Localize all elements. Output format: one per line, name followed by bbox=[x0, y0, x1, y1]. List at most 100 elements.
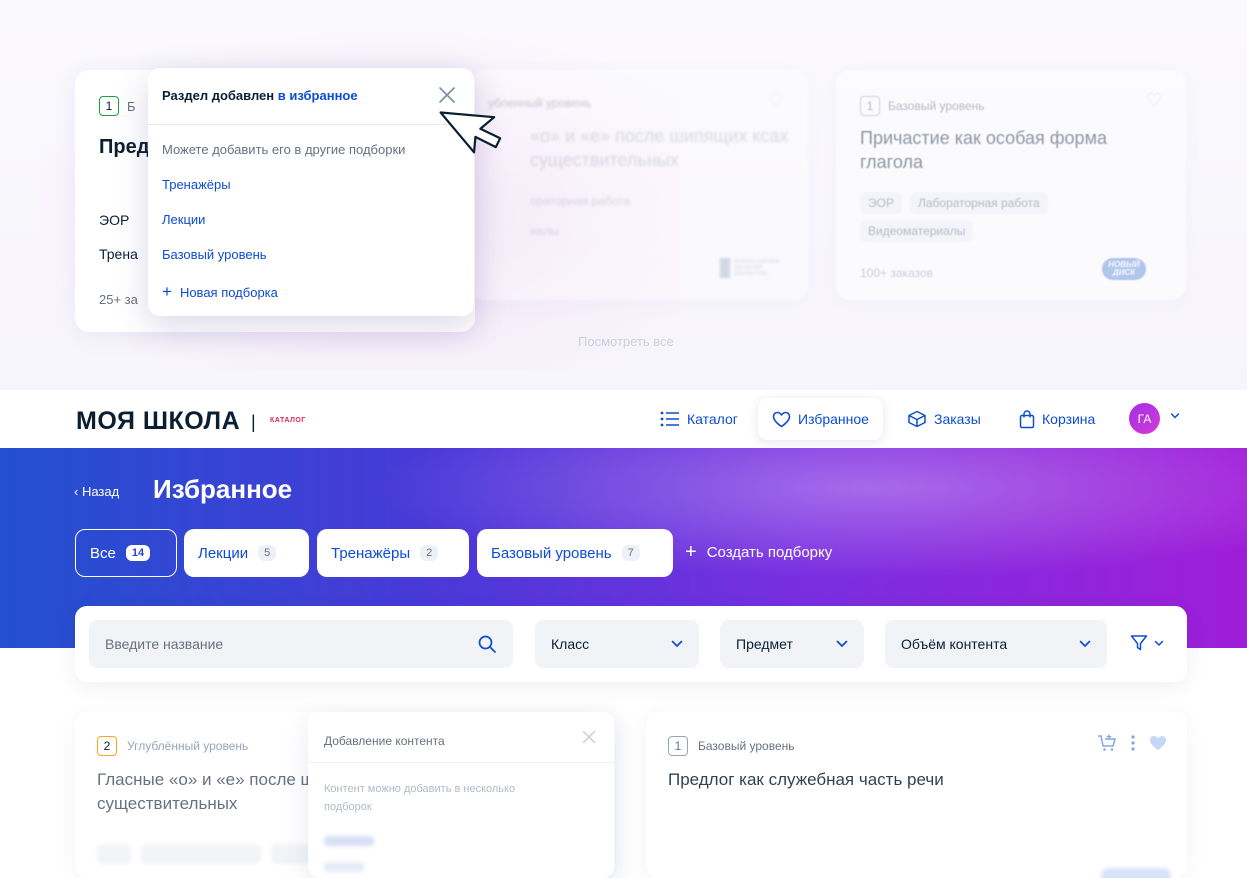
new-collection-button[interactable]: + Новая подборка bbox=[162, 282, 278, 302]
tab-label: Тренажёры bbox=[331, 544, 411, 562]
create-collection-label: Создать подборку bbox=[706, 544, 833, 561]
search-icon[interactable] bbox=[477, 634, 497, 654]
card-tag: Видеоматериалы bbox=[860, 220, 974, 242]
card-title: Пред bbox=[99, 136, 150, 158]
nav-cart[interactable]: Корзина bbox=[1019, 398, 1095, 440]
collection-option-trainers[interactable]: Тренажёры bbox=[162, 177, 231, 192]
card-tags: ЭОР Лабораторная работа bbox=[860, 192, 1048, 214]
chevron-down-icon bbox=[671, 640, 683, 648]
collection-option[interactable] bbox=[324, 836, 374, 846]
count-badge: 2 bbox=[420, 545, 439, 561]
count-badge: 5 bbox=[258, 545, 277, 561]
card-title: Гласные «о» и «е» после ш существительны… bbox=[97, 770, 315, 813]
level-label: Базовый уровень bbox=[698, 739, 795, 753]
nav-cart-label: Корзина bbox=[1042, 411, 1096, 427]
more-options-icon[interactable] bbox=[1131, 735, 1135, 751]
card-tags bbox=[97, 844, 331, 864]
class-select[interactable]: Класс bbox=[535, 620, 699, 668]
plus-icon: + bbox=[162, 282, 172, 301]
card-tag bbox=[97, 844, 131, 864]
content-volume-label: Объём контента bbox=[901, 636, 1008, 652]
level-indicator: 2 Углублённый уровень bbox=[97, 736, 248, 756]
plus-icon: + bbox=[685, 541, 697, 563]
popup-title: Раздел добавлен в избранное bbox=[162, 88, 358, 103]
pointer-cursor-icon bbox=[439, 111, 502, 154]
tab-all[interactable]: Все 14 bbox=[75, 529, 177, 577]
chevron-down-icon bbox=[1079, 640, 1091, 648]
search-input[interactable] bbox=[89, 620, 513, 668]
level-number: 1 bbox=[99, 96, 119, 116]
logo-separator: | bbox=[251, 412, 256, 432]
level-label: Углублённый уровень bbox=[127, 739, 249, 753]
logo-subtitle: КАТАЛОГ bbox=[270, 417, 306, 424]
orders-count: 100+ заказов bbox=[860, 266, 934, 280]
nav-favorites[interactable]: Избранное bbox=[758, 398, 883, 440]
chevron-down-icon bbox=[836, 640, 848, 648]
count-badge: 7 bbox=[621, 545, 640, 561]
publisher-logo-text: ВСЕРОССИЙСКАЯ ШКОЛЬНАЯ БИБЛИОТЕКА bbox=[734, 259, 780, 277]
popup-title: Добавление контента bbox=[324, 734, 445, 748]
nav-orders[interactable]: Заказы bbox=[907, 398, 981, 440]
popup-subtitle: Можете добавить его в другие подборки bbox=[162, 142, 406, 157]
filter-icon bbox=[1130, 635, 1148, 651]
new-collection-label: Новая подборка bbox=[179, 284, 278, 300]
nav-catalog-label: Каталог bbox=[687, 411, 738, 427]
add-content-popup: Добавление контента Контент можно добави… bbox=[308, 712, 614, 878]
avatar[interactable]: ГА bbox=[1129, 403, 1160, 434]
collection-option[interactable] bbox=[324, 862, 364, 872]
card-tag: иалы bbox=[530, 224, 560, 238]
add-to-cart-icon[interactable] bbox=[1097, 734, 1117, 752]
level-number: 1 bbox=[668, 736, 688, 756]
nav-favorites-label: Избранное bbox=[798, 411, 869, 427]
advanced-filter-button[interactable] bbox=[1130, 634, 1164, 652]
card-title: «о» и «е» после шипящих ксах существител… bbox=[530, 126, 789, 170]
heart-icon[interactable]: ♡ bbox=[1146, 91, 1164, 109]
card-tag: ЭОР bbox=[99, 212, 130, 228]
popup-description: Контент можно добавить в несколько подбо… bbox=[324, 783, 516, 813]
level-label: Базовый уровень bbox=[888, 99, 985, 113]
add-button[interactable] bbox=[1101, 868, 1171, 878]
content-card[interactable]: 1 Базовый уровень ♡ Причастие как особая… bbox=[836, 70, 1186, 300]
back-link[interactable]: ‹ Назад bbox=[74, 484, 119, 499]
tab-label: Базовый уровень bbox=[491, 544, 612, 562]
tab-basic-level[interactable]: Базовый уровень 7 bbox=[477, 529, 673, 577]
content-card[interactable]: 1 Базовый уровень Предлог как служебная … bbox=[646, 712, 1187, 878]
view-all-link[interactable]: Посмотреть все bbox=[578, 334, 674, 349]
orders-count: 25+ за bbox=[99, 292, 138, 307]
create-collection-button[interactable]: + Создать подборку bbox=[685, 541, 833, 563]
subject-select-label: Предмет bbox=[736, 636, 793, 652]
close-icon[interactable] bbox=[582, 730, 596, 744]
level-indicator: 1 Б bbox=[99, 96, 136, 116]
logo[interactable]: МОЯ ШКОЛА bbox=[76, 407, 240, 436]
chevron-down-icon bbox=[1154, 640, 1164, 646]
card-tag: ЭОР bbox=[860, 192, 902, 214]
added-to-favorites-popup: Раздел добавлен в избранное Можете добав… bbox=[148, 68, 474, 316]
heart-icon bbox=[772, 411, 791, 427]
collection-option-lectures[interactable]: Лекции bbox=[162, 212, 205, 227]
card-title: Предлог как служебная часть речи bbox=[668, 770, 944, 789]
collection-option-basic[interactable]: Базовый уровень bbox=[162, 247, 267, 262]
bag-icon bbox=[1019, 409, 1035, 428]
tab-trainers[interactable]: Тренажёры 2 bbox=[317, 529, 469, 577]
preview-section: 1 Б Пред ЭОР Трена 25+ за убленный урове… bbox=[0, 0, 1247, 390]
card-tag: ораторная работа bbox=[530, 194, 631, 208]
level-number: 1 bbox=[860, 96, 880, 116]
heart-icon[interactable] bbox=[1149, 735, 1167, 751]
publisher-logo: ВСЕРОССИЙСКАЯ ШКОЛЬНАЯ БИБЛИОТЕКА bbox=[720, 258, 784, 278]
popup-title-text: Раздел добавлен bbox=[162, 88, 275, 103]
subject-select[interactable]: Предмет bbox=[720, 620, 864, 668]
card-actions bbox=[1097, 734, 1167, 752]
favorites-link[interactable]: в избранное bbox=[278, 88, 358, 103]
chevron-down-icon[interactable] bbox=[1170, 412, 1180, 420]
tab-label: Все bbox=[90, 544, 116, 562]
content-volume-select[interactable]: Объём контента bbox=[885, 620, 1107, 668]
box-icon bbox=[908, 410, 926, 428]
page-title: Избранное bbox=[153, 474, 293, 504]
library-logo-icon bbox=[720, 258, 730, 278]
divider bbox=[148, 124, 474, 125]
tab-label: Лекции bbox=[198, 544, 249, 562]
heart-icon[interactable]: ♡ bbox=[768, 91, 786, 109]
tab-lectures[interactable]: Лекции 5 bbox=[184, 529, 309, 577]
nav-catalog[interactable]: Каталог bbox=[660, 398, 738, 440]
divider bbox=[308, 762, 614, 763]
